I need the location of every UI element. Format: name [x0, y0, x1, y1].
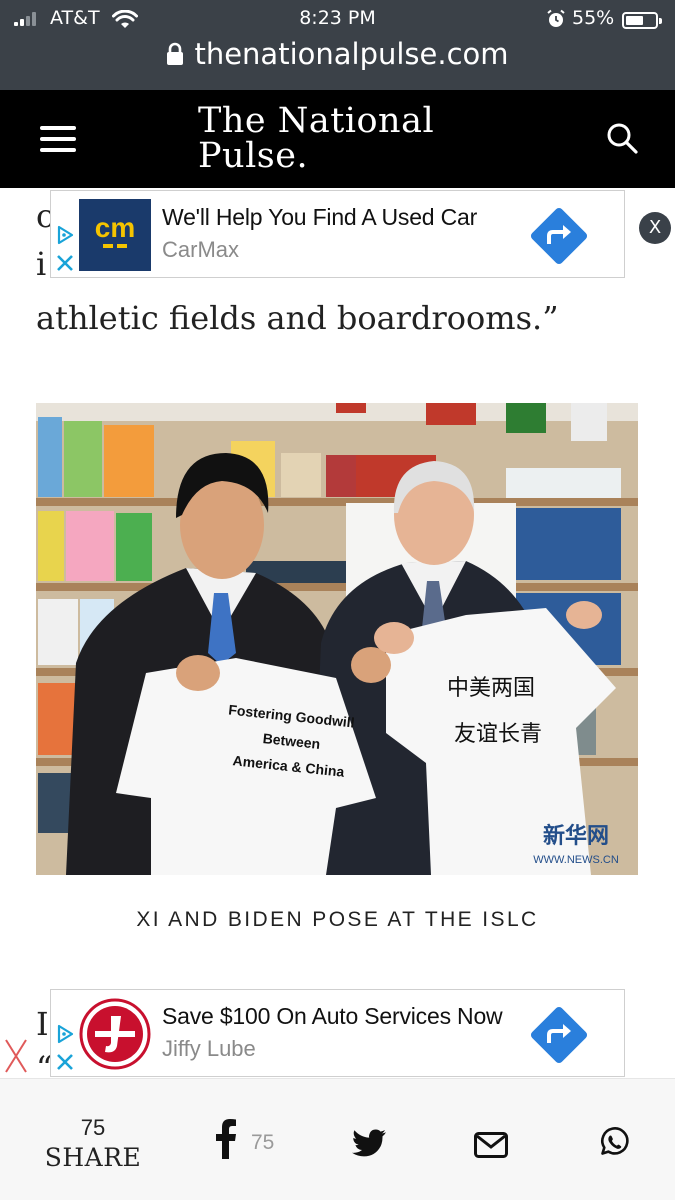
carmax-logo: cm	[79, 199, 151, 271]
ad-advertiser: Jiffy Lube	[162, 1036, 256, 1061]
share-label: SHARE	[44, 1143, 142, 1172]
logo-line-2: Pulse.	[198, 136, 309, 176]
ad-close-icon[interactable]	[55, 253, 75, 273]
whatsapp-icon[interactable]	[598, 1122, 630, 1162]
photo-illustration: Fostering Goodwill Between America & Chi…	[36, 403, 638, 875]
close-icon[interactable]	[2, 1036, 30, 1076]
share-bar: 75 SHARE 75	[0, 1078, 675, 1200]
adchoices-icon[interactable]	[55, 225, 75, 245]
ad-banner-jiffylube[interactable]: Save $100 On Auto Services Now Jiffy Lub…	[50, 989, 625, 1077]
photo-caption: XI AND BIDEN POSE AT THE ISLC	[136, 908, 539, 931]
watermark-url: WWW.NEWS.CN	[533, 854, 619, 866]
watermark-text: 新华网	[543, 823, 609, 849]
directions-arrow-icon[interactable]	[527, 1003, 591, 1067]
logo-line-1: The National	[198, 101, 435, 141]
ad-close-icon[interactable]	[55, 1052, 75, 1072]
battery-percent: 55%	[572, 7, 615, 29]
email-icon[interactable]	[474, 1125, 508, 1165]
lock-icon	[167, 42, 184, 65]
carmax-logo-text: cm	[95, 212, 135, 243]
ad-advertiser: CarMax	[162, 237, 240, 262]
site-header: The National Pulse.	[0, 90, 675, 188]
address-bar[interactable]: thenationalpulse.com	[0, 36, 675, 72]
facebook-icon[interactable]	[214, 1119, 238, 1159]
article-body: c i athletic fields and boardrooms.” Fos…	[0, 188, 675, 1078]
close-ad-button[interactable]: X	[639, 212, 671, 244]
url-text: thenationalpulse.com	[194, 37, 509, 71]
adchoices-icon[interactable]	[55, 1024, 75, 1044]
shirt-text-line: 友谊长青	[454, 722, 542, 747]
site-logo[interactable]: The National Pulse.	[198, 104, 434, 174]
paragraph-end-line: athletic fields and boardrooms.”	[36, 299, 559, 337]
ad-banner-carmax[interactable]: cm We'll Help You Find A Used Car CarMax	[50, 190, 625, 278]
share-count: 75	[80, 1115, 106, 1140]
ad-title[interactable]: Save $100 On Auto Services Now	[162, 1003, 503, 1030]
directions-arrow-icon[interactable]	[527, 204, 591, 268]
status-bar: AT&T 8:23 PM 55%	[0, 4, 675, 32]
jiffy-lube-logo	[79, 998, 151, 1070]
shirt-text-line: 中美两国	[447, 676, 535, 701]
alarm-icon	[547, 9, 565, 27]
search-icon[interactable]	[604, 120, 640, 156]
ad-title[interactable]: We'll Help You Find A Used Car	[162, 204, 477, 231]
menu-icon[interactable]	[40, 126, 76, 152]
twitter-icon[interactable]	[352, 1123, 386, 1163]
article-photo[interactable]: Fostering Goodwill Between America & Chi…	[36, 403, 638, 875]
battery-icon	[622, 12, 662, 29]
browser-chrome: AT&T 8:23 PM 55% thenationalpulse.com	[0, 0, 675, 90]
facebook-share-count: 75	[251, 1131, 275, 1154]
